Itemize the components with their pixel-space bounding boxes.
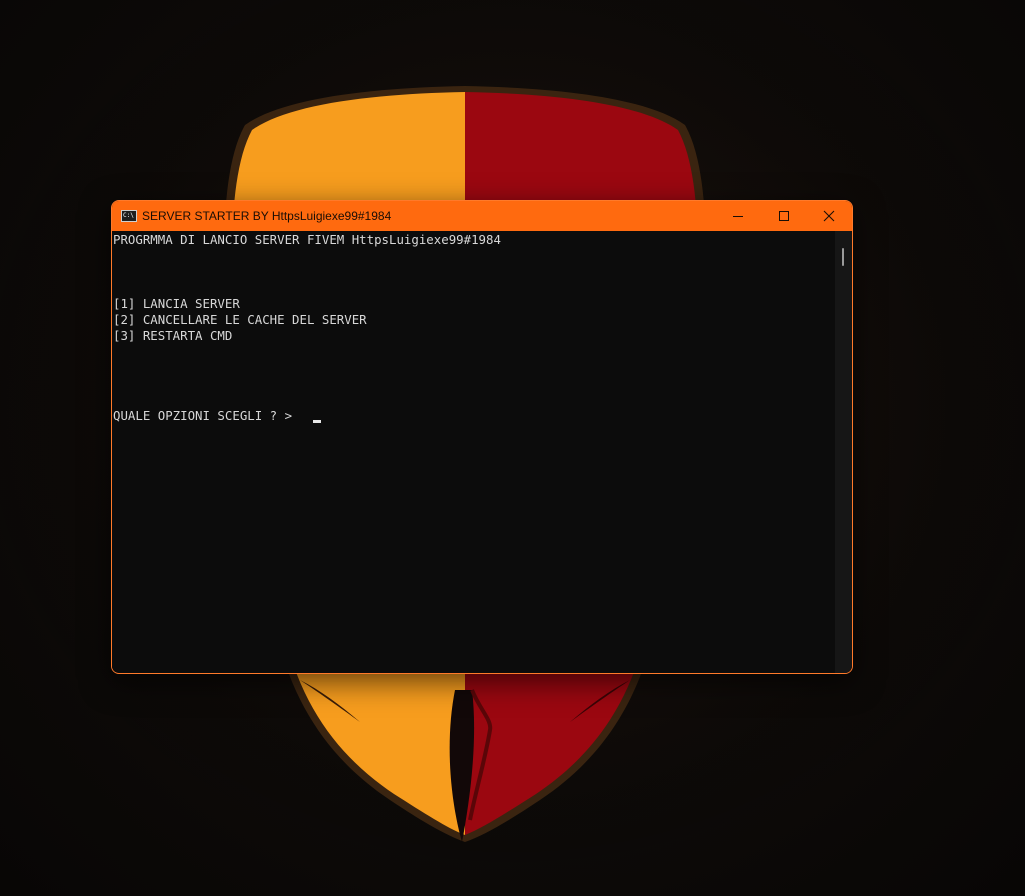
menu-option-2: [2] CANCELLARE LE CACHE DEL SERVER (113, 312, 367, 327)
menu-option-1: [1] LANCIA SERVER (113, 296, 240, 311)
vertical-scrollbar[interactable] (835, 231, 852, 673)
text-cursor[interactable] (313, 420, 321, 423)
minimize-button[interactable] (715, 201, 761, 231)
minimize-icon (733, 216, 743, 217)
console-header-line: PROGRMMA DI LANCIO SERVER FIVEM HttpsLui… (113, 232, 501, 247)
cmd-icon-label: C:\ (123, 212, 134, 219)
cmd-window[interactable]: C:\ SERVER STARTER BY HttpsLuigiexe99#19… (111, 200, 853, 674)
maximize-button[interactable] (761, 201, 807, 231)
title-bar[interactable]: C:\ SERVER STARTER BY HttpsLuigiexe99#19… (112, 201, 852, 231)
input-prompt: QUALE OPZIONI SCEGLI ? > (113, 408, 293, 423)
console-output[interactable]: PROGRMMA DI LANCIO SERVER FIVEM HttpsLui… (112, 231, 835, 672)
window-title: SERVER STARTER BY HttpsLuigiexe99#1984 (142, 209, 392, 223)
scrollbar-thumb[interactable] (842, 248, 844, 266)
maximize-icon (779, 211, 789, 221)
close-icon (823, 210, 835, 222)
desktop: C:\ SERVER STARTER BY HttpsLuigiexe99#19… (0, 0, 1025, 896)
close-button[interactable] (806, 201, 852, 231)
menu-option-3: [3] RESTARTA CMD (113, 328, 233, 343)
cmd-icon: C:\ (121, 210, 137, 222)
